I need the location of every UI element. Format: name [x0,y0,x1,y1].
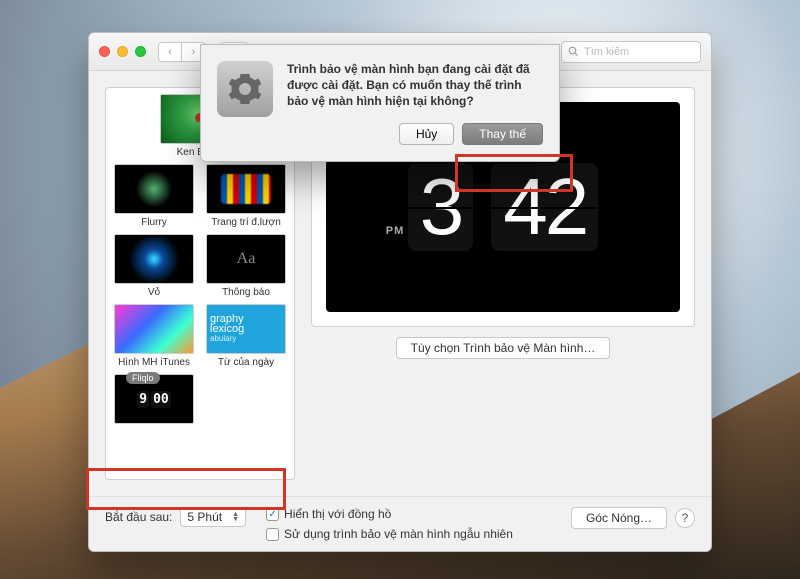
preview-minute: 42 [491,163,598,251]
preview-ampm: PM [386,225,405,237]
list-item[interactable]: Trang trí đ.lượn [204,164,288,228]
replace-dialog: Trình bảo vệ màn hình bạn đang cài đặt đ… [200,44,560,162]
checkbox-icon [266,528,279,541]
show-clock-checkbox[interactable]: ✓ Hiển thị với đồng hồ [266,507,513,521]
screensaver-name-badge: Fliqlo [126,372,160,384]
back-button[interactable]: ‹ [158,42,182,62]
list-item[interactable]: Flurry [112,164,196,228]
list-item[interactable]: Vỏ [112,234,196,298]
list-item[interactable]: Aa Thông báo [204,234,288,298]
cancel-button[interactable]: Hủy [399,123,454,145]
list-item[interactable]: 9 00 Fliqlo [112,374,196,424]
replace-button[interactable]: Thay thế [462,123,543,145]
gear-icon [217,61,273,117]
list-item[interactable]: graphy lexicog abulary Từ của ngày [204,304,288,368]
hot-corners-button[interactable]: Góc Nóng… [571,507,667,529]
checkbox-icon: ✓ [266,508,279,521]
close-icon[interactable] [99,46,110,57]
start-after-label: Bắt đầu sau: [105,510,172,524]
zoom-icon[interactable] [135,46,146,57]
stepper-icon: ▲▼ [232,512,239,522]
search-placeholder: Tìm kiếm [584,46,629,58]
help-button[interactable]: ? [675,508,695,528]
preview-hour: 3 [408,163,474,251]
search-icon [568,46,579,57]
list-item[interactable]: Hình MH iTunes [112,304,196,368]
random-screensaver-checkbox[interactable]: Sử dụng trình bảo vệ màn hình ngẫu nhiên [266,527,513,541]
start-after-select[interactable]: 5 Phút ▲▼ [180,507,246,527]
search-input[interactable]: Tìm kiếm [561,41,701,63]
minimize-icon[interactable] [117,46,128,57]
screensaver-options-button[interactable]: Tùy chọn Trình bảo vệ Màn hình… [396,337,611,359]
window-controls [99,46,146,57]
dialog-message: Trình bảo vệ màn hình bạn đang cài đặt đ… [287,61,543,109]
bottom-bar: Bắt đầu sau: 5 Phút ▲▼ ✓ Hiển thị với đồ… [89,496,711,551]
nav-buttons: ‹ › [158,42,206,62]
